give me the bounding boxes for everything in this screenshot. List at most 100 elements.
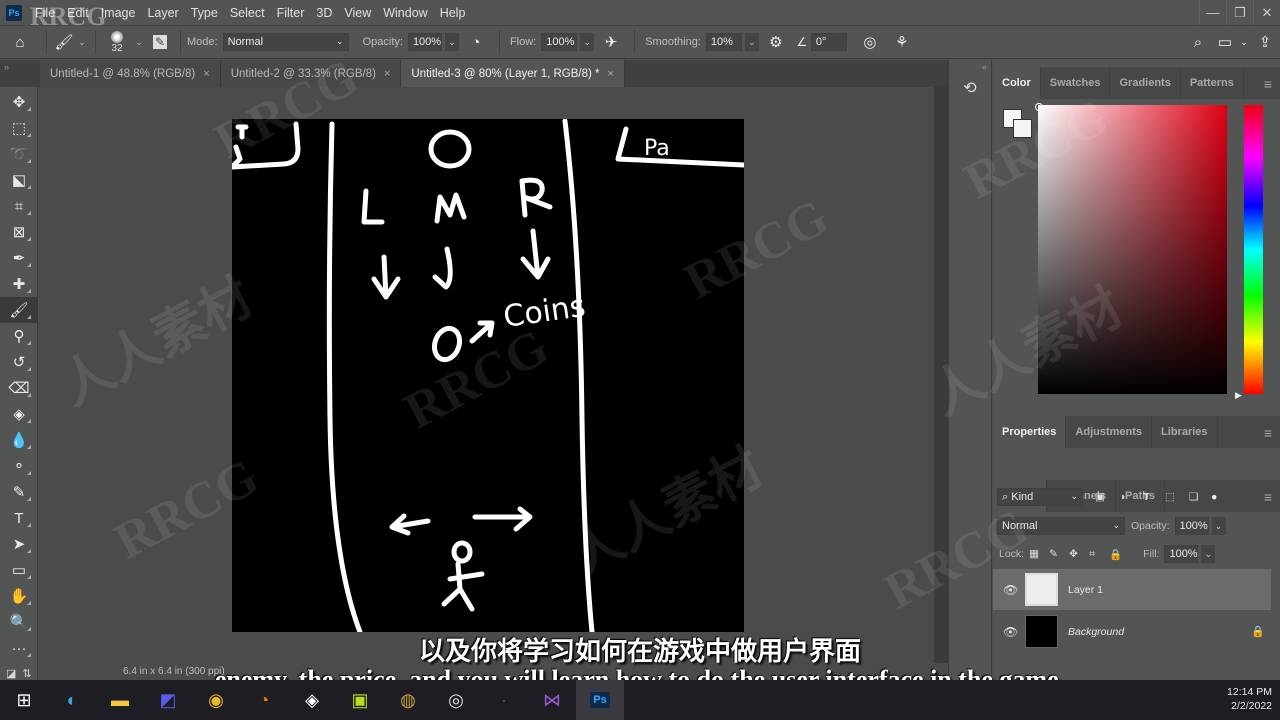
frame-tool[interactable]: ⊠: [0, 219, 38, 245]
path-select-tool[interactable]: ➤: [0, 531, 38, 557]
layer-opacity-input[interactable]: 100%: [1174, 517, 1209, 535]
close-icon[interactable]: ×: [384, 68, 390, 80]
expand-panels-icon[interactable]: «: [949, 60, 991, 74]
collapse-toolbar-icon[interactable]: »: [0, 60, 40, 87]
file-explorer-icon[interactable]: ▬: [96, 680, 144, 720]
fill-input[interactable]: 100%: [1164, 545, 1199, 563]
layer-row-layer-1[interactable]: 👁 Layer 1: [993, 569, 1271, 610]
tab-untitled-2[interactable]: Untitled-2 @ 33.3% (RGB/8) ×: [220, 60, 402, 87]
crop-tool[interactable]: ⌗: [0, 193, 38, 219]
lasso-tool[interactable]: ➰: [0, 141, 38, 167]
lock-transparency-icon[interactable]: ▦: [1029, 548, 1049, 560]
chevron-down-icon[interactable]: ⌄: [1201, 545, 1216, 563]
filter-toggle-icon[interactable]: ●: [1211, 491, 1217, 503]
lock-image-pixels-icon[interactable]: ✎: [1049, 548, 1069, 560]
tab-libraries[interactable]: Libraries: [1152, 416, 1218, 448]
brush-tool[interactable]: 🖌: [0, 297, 38, 323]
menu-view[interactable]: View: [339, 6, 378, 20]
pen-tool[interactable]: ✎: [0, 479, 38, 505]
pressure-size-icon[interactable]: ◎: [853, 30, 887, 54]
chevron-down-icon[interactable]: ⌄: [132, 30, 146, 54]
chevron-down-icon[interactable]: ⌄: [580, 33, 595, 51]
restore-button[interactable]: ❐: [1226, 0, 1253, 25]
chevron-down-icon[interactable]: ⌄: [1211, 517, 1226, 535]
edge-icon[interactable]: ◐: [48, 680, 96, 720]
menu-layer[interactable]: Layer: [142, 6, 185, 20]
clone-stamp-tool[interactable]: ⚲: [0, 323, 38, 349]
type-tool[interactable]: T: [0, 505, 38, 531]
flow-input[interactable]: 100%: [541, 33, 578, 51]
document-canvas[interactable]: Coins Pa: [232, 119, 744, 632]
hue-slider-handle[interactable]: ▶: [1235, 390, 1242, 401]
menu-filter[interactable]: Filter: [272, 6, 312, 20]
obs-icon[interactable]: ◎: [432, 680, 480, 720]
close-icon[interactable]: ×: [203, 68, 209, 80]
rectangle-tool[interactable]: ▭: [0, 557, 38, 583]
chevron-down-icon[interactable]: ⌄: [444, 33, 459, 51]
lock-position-icon[interactable]: ✥: [1069, 548, 1089, 560]
menu-3d[interactable]: 3D: [311, 6, 339, 20]
system-clock[interactable]: 12:14 PM 2/2/2022: [1227, 685, 1272, 713]
tab-properties[interactable]: Properties: [993, 416, 1067, 448]
hue-slider[interactable]: [1244, 105, 1263, 394]
unity-icon[interactable]: ◈: [288, 680, 336, 720]
dodge-tool[interactable]: ⚬: [0, 453, 38, 479]
windows-start-icon[interactable]: ⊞: [0, 680, 48, 720]
smart-object-filter-icon[interactable]: ❏: [1189, 491, 1211, 503]
chevron-down-icon[interactable]: ⌄: [1238, 30, 1250, 54]
tab-color[interactable]: Color: [993, 67, 1041, 99]
opacity-input[interactable]: 100%: [407, 33, 442, 51]
angle-input[interactable]: 0°: [810, 33, 847, 51]
hand-tool[interactable]: ✋: [0, 583, 38, 609]
menu-help[interactable]: Help: [435, 6, 473, 20]
color-picker-cursor[interactable]: [1035, 103, 1043, 111]
history-brush-tool[interactable]: ↺: [0, 349, 38, 375]
workspace-icon[interactable]: ▭: [1212, 30, 1238, 54]
smoothing-settings-gear-icon[interactable]: ⚙: [759, 30, 793, 54]
blank-app-icon[interactable]: ·: [480, 680, 528, 720]
tab-swatches[interactable]: Swatches: [1041, 67, 1111, 99]
tab-patterns[interactable]: Patterns: [1181, 67, 1244, 99]
move-tool[interactable]: ✥: [0, 89, 38, 115]
blend-mode-select[interactable]: Normal ⌄: [997, 517, 1125, 535]
visual-studio-icon[interactable]: ⋈: [528, 680, 576, 720]
brush-settings-panel-icon[interactable]: ✎: [146, 30, 174, 54]
app-blue-icon[interactable]: ◩: [144, 680, 192, 720]
chevron-down-icon[interactable]: ⌄: [75, 30, 89, 54]
panel-menu-icon[interactable]: ≡: [1264, 425, 1272, 441]
visibility-eye-icon[interactable]: 👁: [1003, 583, 1018, 597]
search-icon[interactable]: ⌕: [1184, 30, 1212, 54]
brush-preset-icon[interactable]: 🖌: [53, 30, 75, 54]
vertical-scrollbar[interactable]: [934, 87, 948, 663]
tab-adjustments[interactable]: Adjustments: [1066, 416, 1153, 448]
minimize-button[interactable]: —: [1199, 0, 1226, 25]
tab-gradients[interactable]: Gradients: [1110, 67, 1181, 99]
layer-kind-filter[interactable]: ⌕ Kind ⌄: [997, 488, 1083, 506]
smoothing-input[interactable]: 10%: [705, 33, 742, 51]
type-layer-filter-icon[interactable]: T: [1143, 491, 1165, 503]
menu-image[interactable]: Image: [96, 6, 143, 20]
eyedropper-tool[interactable]: ✒: [0, 245, 38, 271]
menu-select[interactable]: Select: [225, 6, 272, 20]
blur-tool[interactable]: 💧: [0, 427, 38, 453]
league-icon[interactable]: ◍: [384, 680, 432, 720]
menu-window[interactable]: Window: [378, 6, 434, 20]
adjustment-layer-filter-icon[interactable]: ◑: [1119, 491, 1143, 503]
close-button[interactable]: ✕: [1253, 0, 1280, 25]
color-picker-field[interactable]: [1038, 105, 1227, 394]
chrome-icon[interactable]: ◉: [192, 680, 240, 720]
tab-untitled-3[interactable]: Untitled-3 @ 80% (Layer 1, RGB/8) * ×: [401, 60, 625, 87]
menu-file[interactable]: File: [30, 6, 62, 20]
paint-bucket-tool[interactable]: ◈: [0, 401, 38, 427]
blender-icon[interactable]: ◔: [240, 680, 288, 720]
home-icon[interactable]: ⌂: [0, 30, 40, 54]
marquee-tool[interactable]: ⬚: [0, 115, 38, 141]
close-icon[interactable]: ×: [608, 68, 614, 80]
pycharm-icon[interactable]: ▣: [336, 680, 384, 720]
mode-select[interactable]: Normal ⌄: [222, 33, 349, 51]
share-icon[interactable]: ⇪: [1250, 30, 1280, 54]
tab-untitled-1[interactable]: Untitled-1 @ 48.8% (RGB/8) ×: [40, 60, 221, 87]
menu-type[interactable]: Type: [186, 6, 225, 20]
shape-layer-filter-icon[interactable]: ⬚: [1165, 491, 1189, 503]
symmetry-butterfly-icon[interactable]: ⚘: [887, 30, 917, 54]
